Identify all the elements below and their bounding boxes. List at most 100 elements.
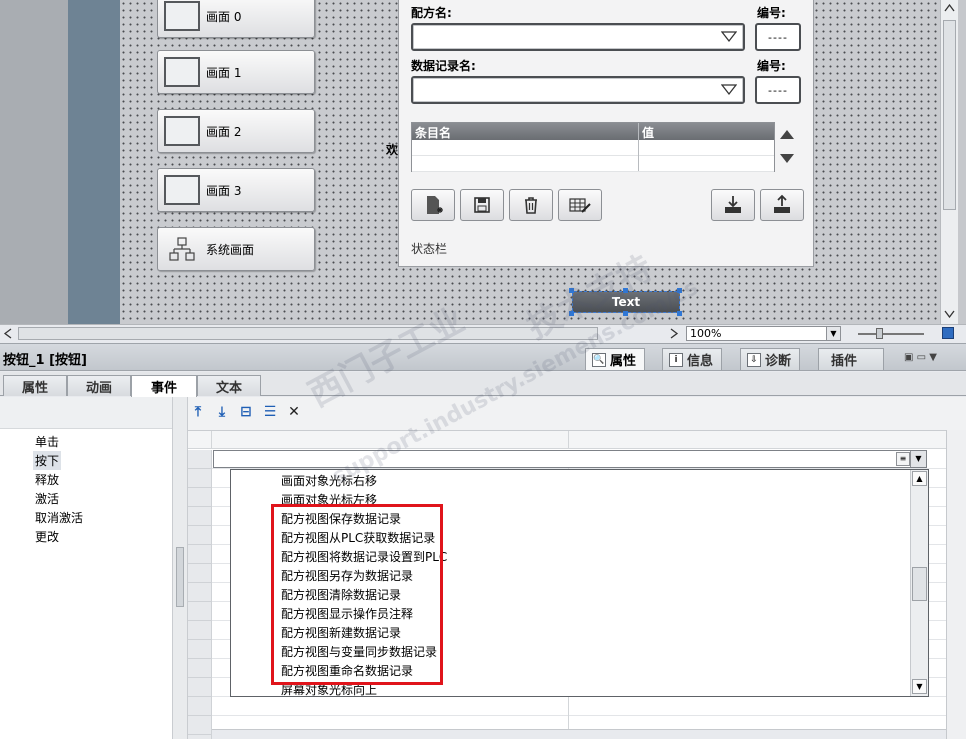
table-row[interactable] [412, 140, 774, 156]
chevron-up-icon[interactable]: ▲ [912, 471, 927, 486]
recipe-name-combobox[interactable] [411, 23, 745, 51]
tab-texts[interactable]: 文本 [197, 375, 261, 396]
list-item[interactable]: 配方视图将数据记录设置到PLC [281, 548, 447, 565]
list-icon[interactable]: ≡ [896, 452, 910, 466]
event-click[interactable]: 单击 [33, 432, 61, 451]
welcome-text: 欢 [386, 143, 399, 157]
screen-button-0[interactable]: 画面 0 [157, 0, 315, 38]
chevron-down-icon[interactable]: ▼ [826, 327, 840, 340]
screen-button-3[interactable]: 画面 3 [157, 168, 315, 212]
screen-button-1[interactable]: 画面 1 [157, 50, 315, 94]
selection-handle[interactable] [569, 311, 574, 316]
scroll-thumb[interactable] [912, 567, 927, 601]
list-item[interactable]: 配方视图另存为数据记录 [281, 567, 413, 584]
scroll-thumb[interactable] [18, 327, 598, 340]
tab-events[interactable]: 事件 [131, 375, 197, 397]
selection-handle[interactable] [569, 288, 574, 293]
tab-info[interactable]: i 信息 [662, 348, 723, 370]
chevron-down-icon[interactable] [944, 310, 955, 318]
list-item[interactable]: 配方视图保存数据记录 [281, 510, 401, 527]
delete-record-button[interactable] [509, 189, 553, 221]
function-input[interactable]: ≡ ▼ [213, 450, 927, 468]
list-item[interactable]: 配方视图清除数据记录 [281, 586, 401, 603]
screen-thumbnail-icon [164, 57, 200, 87]
function-dropdown[interactable]: 画面对象光标右移 画面对象光标左移 配方视图保存数据记录 配方视图从PLC获取数… [230, 469, 929, 697]
rename-record-button[interactable] [558, 189, 602, 221]
text-field-object[interactable]: Text [572, 291, 680, 313]
zoom-slider-track[interactable] [858, 333, 924, 335]
move-up-icon[interactable]: ⤒ [188, 402, 208, 422]
recipe-name-label: 配方名: [411, 6, 452, 20]
chevron-left-icon[interactable] [4, 328, 12, 339]
list-icon[interactable]: ☰ [260, 402, 280, 422]
selection-handle[interactable] [677, 311, 682, 316]
tab-properties[interactable]: 🔍 属性 [585, 348, 646, 370]
delete-icon[interactable]: ✕ [284, 402, 304, 422]
screen-button-label: 系统画面 [206, 242, 255, 257]
tab-plugins[interactable]: 插件 [818, 348, 884, 370]
tab-label: 属性 [610, 354, 637, 369]
insert-icon[interactable]: ⊟ [236, 402, 256, 422]
record-number-field[interactable]: ---- [755, 76, 801, 104]
tab-attributes[interactable]: 属性 [3, 375, 67, 396]
list-item[interactable]: 配方视图显示操作员注释 [281, 605, 413, 622]
list-item[interactable]: 画面对象光标左移 [281, 491, 377, 508]
screen-thumbnail-icon [164, 116, 200, 146]
list-item[interactable]: 配方视图重命名数据记录 [281, 662, 413, 679]
info-icon: i [669, 352, 683, 367]
list-item[interactable]: 配方视图新建数据记录 [281, 624, 401, 641]
chevron-right-icon[interactable] [670, 328, 678, 339]
recipe-entries-table[interactable]: 条目名 值 [411, 122, 775, 172]
screen-button-2[interactable]: 画面 2 [157, 109, 315, 153]
grid-vertical-scrollbar[interactable] [946, 430, 966, 739]
download-icon [725, 196, 741, 213]
list-item[interactable]: 配方视图从PLC获取数据记录 [281, 529, 435, 546]
new-record-button[interactable] [411, 189, 455, 221]
fit-view-icon[interactable] [942, 327, 954, 339]
move-down-icon[interactable]: ⤓ [212, 402, 232, 422]
column-divider [638, 123, 639, 171]
selection-handle[interactable] [623, 288, 628, 293]
record-name-combobox[interactable] [411, 76, 745, 104]
zoom-select[interactable]: 100% ▼ [686, 326, 841, 341]
splitter-grip[interactable] [176, 547, 184, 607]
screen-thumbnail-icon [164, 1, 200, 31]
recipe-number-field[interactable]: ---- [755, 23, 801, 51]
event-deactivate[interactable]: 取消激活 [33, 508, 85, 527]
editor-horizontal-scrollbar[interactable]: 100% ▼ [0, 324, 966, 342]
editor-vertical-scrollbar[interactable] [940, 0, 958, 324]
download-to-plc-button[interactable] [711, 189, 755, 221]
event-activate[interactable]: 激活 [33, 489, 61, 508]
chevron-up-icon[interactable] [944, 4, 955, 12]
scroll-thumb[interactable] [943, 20, 956, 210]
screen-button-label: 画面 2 [206, 124, 242, 139]
grid-header [188, 431, 946, 449]
window-controls-icon[interactable]: ▣ ▭ ▼ [904, 352, 937, 363]
chevron-down-icon[interactable]: ▼ [912, 679, 927, 694]
upload-from-plc-button[interactable] [760, 189, 804, 221]
selection-handle[interactable] [677, 288, 682, 293]
selection-handle[interactable] [623, 311, 628, 316]
tab-label: 信息 [687, 354, 714, 369]
chevron-down-icon[interactable]: ▼ [910, 451, 926, 467]
save-record-button[interactable] [460, 189, 504, 221]
event-change[interactable]: 更改 [33, 527, 61, 546]
event-release[interactable]: 释放 [33, 470, 61, 489]
property-tabs: 属性 动画 事件 文本 [0, 372, 966, 397]
zoom-slider-handle[interactable] [876, 328, 883, 339]
pane-splitter[interactable] [172, 397, 188, 739]
system-screen-button[interactable]: 系统画面 [157, 227, 315, 271]
table-row[interactable] [412, 156, 774, 172]
list-item[interactable]: 屏幕对象光标向上 [281, 681, 377, 696]
list-item[interactable]: 画面对象光标右移 [281, 472, 377, 489]
grid-horizontal-scrollbar[interactable] [212, 729, 946, 739]
scroll-down-icon[interactable] [779, 153, 795, 165]
screen-editor[interactable]: 画面 0 画面 1 画面 2 画面 3 系统画面 欢 配方名: 编号: ----… [0, 0, 966, 342]
recipe-view[interactable]: 配方名: 编号: ---- 数据记录名: 编号: ---- 条目名 值 状态栏 [398, 0, 814, 267]
event-press[interactable]: 按下 [33, 451, 62, 470]
dropdown-scrollbar[interactable]: ▲ ▼ [910, 470, 928, 696]
list-item[interactable]: 配方视图与变量同步数据记录 [281, 643, 437, 660]
tab-animations[interactable]: 动画 [67, 375, 131, 396]
tab-diagnostics[interactable]: ⇩ 诊断 [740, 348, 801, 370]
scroll-up-icon[interactable] [779, 128, 795, 140]
